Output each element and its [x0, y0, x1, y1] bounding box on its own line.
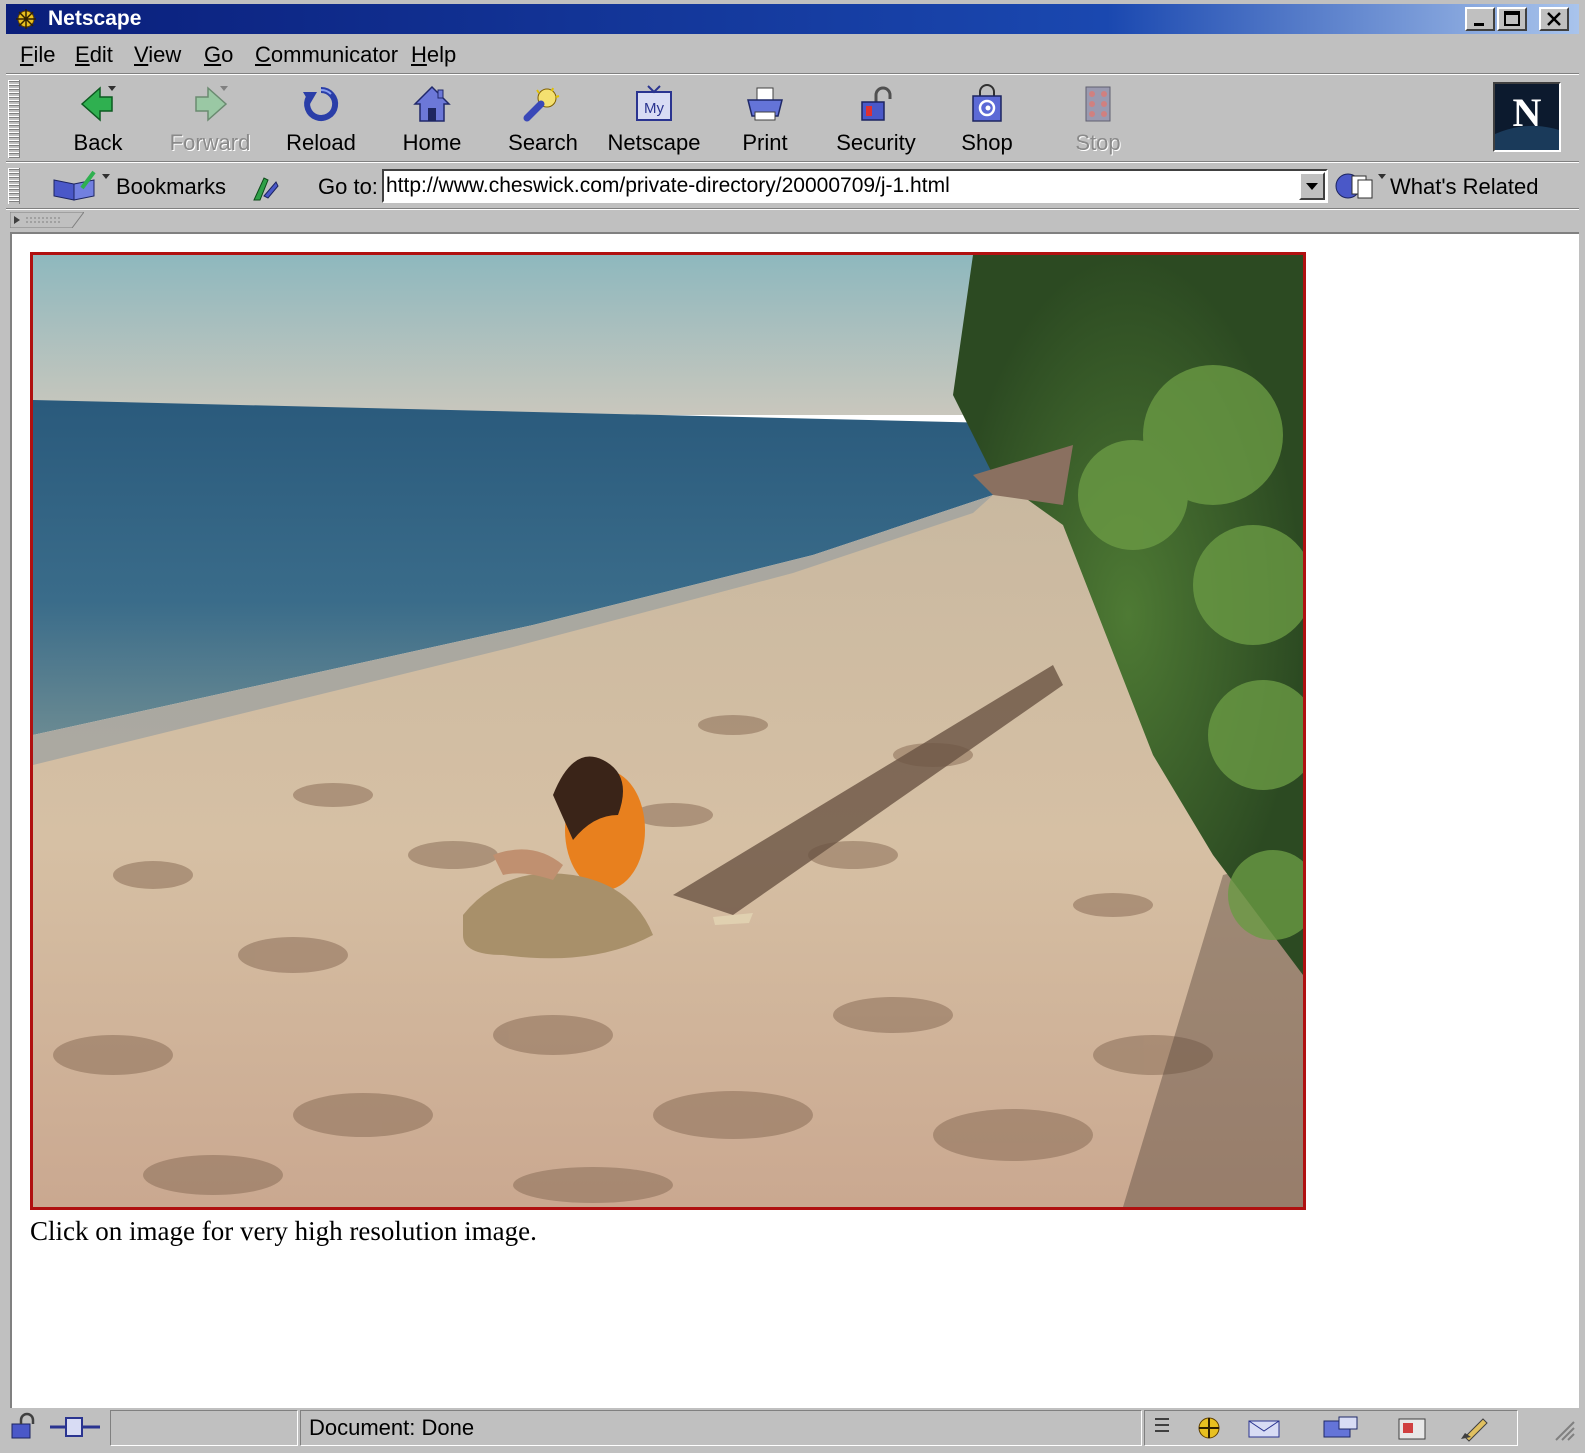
menu-go[interactable]: Go	[204, 42, 233, 68]
connection-status-icon	[50, 1417, 100, 1437]
bookmarks-icon	[53, 170, 110, 201]
close-icon	[1547, 12, 1561, 26]
title-bar[interactable]: Netscape	[6, 4, 1579, 34]
security-status-icon[interactable]	[8, 1412, 42, 1442]
location-toolbar-grip[interactable]	[8, 168, 20, 204]
url-history-dropdown[interactable]	[1299, 172, 1325, 200]
stop-button: Stop	[1048, 82, 1148, 158]
search-button[interactable]: Search	[493, 82, 593, 158]
discussion-icon	[1323, 1416, 1358, 1438]
navigation-toolbar: Back Forward Reload Home Search My Netsc…	[6, 76, 1579, 162]
shop-icon	[972, 84, 1002, 122]
location-field[interactable]	[382, 169, 1328, 203]
mail-icon	[1248, 1420, 1280, 1438]
composer-icon	[1461, 1418, 1488, 1442]
menu-communicator[interactable]: Communicator	[255, 42, 398, 68]
toolbar-grip[interactable]	[8, 80, 20, 158]
menu-edit[interactable]: Edit	[75, 42, 113, 68]
security-button[interactable]: Security	[826, 82, 926, 158]
maximize-button[interactable]	[1497, 7, 1527, 31]
stop-icon	[1085, 86, 1111, 122]
back-icon	[80, 86, 116, 122]
window-title: Netscape	[48, 7, 142, 30]
location-toolbar: Bookmarks Go to: What's Related	[6, 164, 1579, 208]
beach-photo	[33, 255, 1303, 1207]
progress-panel	[110, 1410, 298, 1446]
home-icon	[413, 85, 451, 122]
menu-help[interactable]: Help	[411, 42, 456, 68]
app-icon	[16, 9, 36, 29]
maximize-icon	[1504, 11, 1520, 26]
my-netscape-icon: My	[636, 85, 672, 121]
status-bar: Document: Done	[0, 1408, 1585, 1453]
component-bar	[1144, 1410, 1518, 1446]
menu-separator	[6, 73, 1579, 75]
print-button[interactable]: Print	[715, 82, 815, 158]
status-text: Document: Done	[309, 1415, 475, 1440]
navigator-icon	[1198, 1417, 1220, 1439]
whats-related-button[interactable]: What's Related	[1330, 168, 1570, 204]
forward-button: Forward	[160, 82, 260, 158]
address-book-icon	[1398, 1418, 1426, 1440]
status-text-panel: Document: Done	[300, 1410, 1142, 1446]
search-icon	[523, 87, 560, 122]
minimize-icon	[1474, 23, 1484, 26]
svg-text:N: N	[1513, 90, 1542, 135]
home-button[interactable]: Home	[382, 82, 482, 158]
svg-text:My: My	[644, 100, 664, 117]
page-proxy-icon[interactable]	[248, 172, 282, 202]
back-button[interactable]: Back	[48, 82, 148, 158]
related-icon	[1335, 173, 1386, 199]
minimize-button[interactable]	[1465, 7, 1495, 31]
page-content: Click on image for very high resolution …	[10, 232, 1579, 1408]
resize-grip-icon[interactable]	[1550, 1416, 1576, 1442]
personal-toolbar-tab[interactable]	[10, 212, 84, 228]
menu-bar: File Edit View Go Communicator Help	[6, 36, 1579, 72]
goto-label: Go to:	[318, 174, 378, 199]
beach-photo-link[interactable]	[30, 252, 1306, 1210]
menu-view[interactable]: View	[134, 42, 181, 68]
menu-file[interactable]: File	[20, 42, 55, 68]
forward-icon	[195, 86, 228, 122]
component-bar-icons	[1155, 1416, 1488, 1442]
image-caption: Click on image for very high resolution …	[30, 1216, 537, 1246]
print-icon	[747, 87, 783, 121]
toolbar-separator	[6, 161, 1579, 163]
close-button[interactable]	[1539, 7, 1569, 31]
shop-button[interactable]: Shop	[937, 82, 1037, 158]
reload-button[interactable]: Reload	[271, 82, 371, 158]
reload-icon	[303, 86, 339, 121]
chevron-down-icon	[1306, 183, 1318, 190]
netscape-n-logo-graphic: N	[1495, 84, 1559, 150]
location-separator	[6, 208, 1579, 210]
netscape-n-logo[interactable]: N	[1493, 82, 1561, 152]
security-icon	[861, 86, 892, 121]
my-netscape-button[interactable]: My Netscape	[604, 82, 704, 158]
url-input[interactable]	[386, 173, 1286, 199]
